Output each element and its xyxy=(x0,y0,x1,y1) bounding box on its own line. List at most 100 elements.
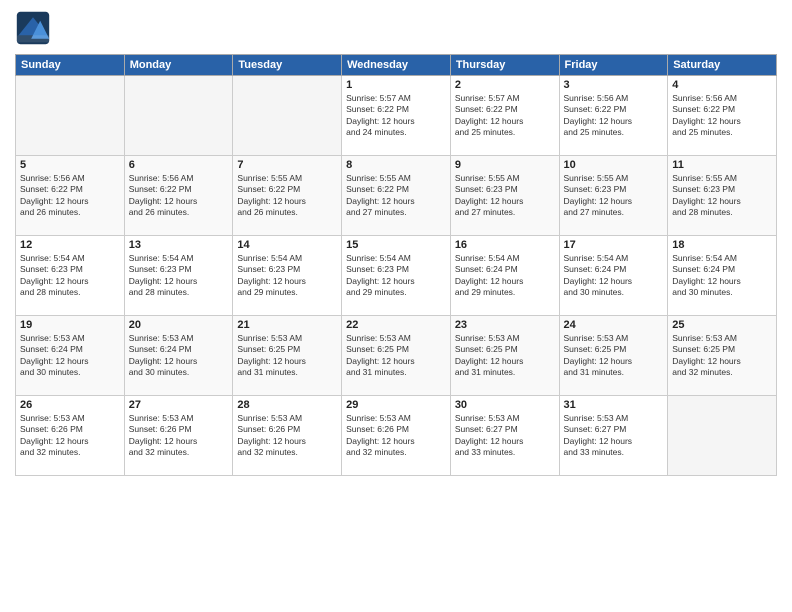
logo-icon xyxy=(15,10,51,46)
day-number: 26 xyxy=(20,399,120,411)
day-info: Sunrise: 5:56 AMSunset: 6:22 PMDaylight:… xyxy=(129,173,229,219)
calendar-cell xyxy=(233,76,342,156)
day-number: 18 xyxy=(672,239,772,251)
day-info: Sunrise: 5:55 AMSunset: 6:23 PMDaylight:… xyxy=(672,173,772,219)
day-info: Sunrise: 5:54 AMSunset: 6:23 PMDaylight:… xyxy=(237,253,337,299)
weekday-header-friday: Friday xyxy=(559,55,668,76)
day-info: Sunrise: 5:56 AMSunset: 6:22 PMDaylight:… xyxy=(564,93,664,139)
weekday-header-thursday: Thursday xyxy=(450,55,559,76)
calendar-cell: 22 Sunrise: 5:53 AMSunset: 6:25 PMDayligh… xyxy=(342,316,451,396)
calendar-cell: 10 Sunrise: 5:55 AMSunset: 6:23 PMDayligh… xyxy=(559,156,668,236)
calendar-header-row: SundayMondayTuesdayWednesdayThursdayFrid… xyxy=(16,55,777,76)
day-number: 6 xyxy=(129,159,229,171)
day-info: Sunrise: 5:56 AMSunset: 6:22 PMDaylight:… xyxy=(672,93,772,139)
calendar-cell: 25 Sunrise: 5:53 AMSunset: 6:25 PMDayligh… xyxy=(668,316,777,396)
day-info: Sunrise: 5:54 AMSunset: 6:24 PMDaylight:… xyxy=(455,253,555,299)
day-number: 31 xyxy=(564,399,664,411)
day-number: 3 xyxy=(564,79,664,91)
calendar-cell: 29Sunrise: 5:53 AMSunset: 6:26 PMDayligh… xyxy=(342,396,451,476)
weekday-header-wednesday: Wednesday xyxy=(342,55,451,76)
calendar-cell: 26 Sunrise: 5:53 AMSunset: 6:26 PMDayligh… xyxy=(16,396,125,476)
day-number: 23 xyxy=(455,319,555,331)
calendar-cell: 7Sunrise: 5:55 AMSunset: 6:22 PMDaylight… xyxy=(233,156,342,236)
calendar-cell: 27Sunrise: 5:53 AMSunset: 6:26 PMDayligh… xyxy=(124,396,233,476)
day-info: Sunrise: 5:53 AMSunset: 6:25 PMDaylight:… xyxy=(237,333,337,379)
day-number: 5 xyxy=(20,159,120,171)
day-number: 27 xyxy=(129,399,229,411)
calendar-cell: 19 Sunrise: 5:53 AMSunset: 6:24 PMDayligh… xyxy=(16,316,125,396)
day-number: 13 xyxy=(129,239,229,251)
calendar-cell xyxy=(16,76,125,156)
day-number: 19 xyxy=(20,319,120,331)
calendar-cell: 31Sunrise: 5:53 AMSunset: 6:27 PMDayligh… xyxy=(559,396,668,476)
day-info: Sunrise: 5:56 AMSunset: 6:22 PMDaylight:… xyxy=(20,173,120,219)
day-number: 30 xyxy=(455,399,555,411)
day-info: Sunrise: 5:55 AMSunset: 6:23 PMDaylight:… xyxy=(455,173,555,219)
header xyxy=(15,10,777,46)
weekday-header-saturday: Saturday xyxy=(668,55,777,76)
calendar-cell: 1Sunrise: 5:57 AMSunset: 6:22 PMDaylight… xyxy=(342,76,451,156)
day-number: 21 xyxy=(237,319,337,331)
day-info: Sunrise: 5:53 AMSunset: 6:25 PMDaylight:… xyxy=(672,333,772,379)
calendar-cell: 28Sunrise: 5:53 AMSunset: 6:26 PMDayligh… xyxy=(233,396,342,476)
day-number: 12 xyxy=(20,239,120,251)
day-number: 17 xyxy=(564,239,664,251)
calendar-cell xyxy=(124,76,233,156)
day-info: Sunrise: 5:53 AMSunset: 6:26 PMDaylight:… xyxy=(237,413,337,459)
day-info: Sunrise: 5:53 AMSunset: 6:24 PMDaylight:… xyxy=(129,333,229,379)
day-info: Sunrise: 5:54 AMSunset: 6:24 PMDaylight:… xyxy=(672,253,772,299)
calendar-cell: 9 Sunrise: 5:55 AMSunset: 6:23 PMDaylight… xyxy=(450,156,559,236)
day-info: Sunrise: 5:53 AMSunset: 6:26 PMDaylight:… xyxy=(20,413,120,459)
day-number: 25 xyxy=(672,319,772,331)
weekday-header-tuesday: Tuesday xyxy=(233,55,342,76)
day-number: 15 xyxy=(346,239,446,251)
calendar-cell: 13Sunrise: 5:54 AMSunset: 6:23 PMDayligh… xyxy=(124,236,233,316)
day-info: Sunrise: 5:54 AMSunset: 6:24 PMDaylight:… xyxy=(564,253,664,299)
day-info: Sunrise: 5:57 AMSunset: 6:22 PMDaylight:… xyxy=(455,93,555,139)
calendar-cell: 16 Sunrise: 5:54 AMSunset: 6:24 PMDayligh… xyxy=(450,236,559,316)
calendar-cell: 24 Sunrise: 5:53 AMSunset: 6:25 PMDayligh… xyxy=(559,316,668,396)
day-number: 20 xyxy=(129,319,229,331)
day-number: 4 xyxy=(672,79,772,91)
calendar-cell: 21 Sunrise: 5:53 AMSunset: 6:25 PMDayligh… xyxy=(233,316,342,396)
day-info: Sunrise: 5:53 AMSunset: 6:25 PMDaylight:… xyxy=(564,333,664,379)
calendar-cell: 23 Sunrise: 5:53 AMSunset: 6:25 PMDayligh… xyxy=(450,316,559,396)
day-info: Sunrise: 5:53 AMSunset: 6:27 PMDaylight:… xyxy=(455,413,555,459)
calendar-week-1: 1 Sunrise: 5:57 AMSunset: 6:22 PMDaylight… xyxy=(16,76,777,156)
calendar-cell: 6 Sunrise: 5:56 AMSunset: 6:22 PMDaylight… xyxy=(124,156,233,236)
weekday-header-sunday: Sunday xyxy=(16,55,125,76)
day-info: Sunrise: 5:54 AMSunset: 6:23 PMDaylight:… xyxy=(346,253,446,299)
day-info: Sunrise: 5:55 AMSunset: 6:23 PMDaylight:… xyxy=(564,173,664,219)
day-info: Sunrise: 5:53 AMSunset: 6:24 PMDaylight:… xyxy=(20,333,120,379)
calendar-cell: 20 Sunrise: 5:53 AMSunset: 6:24 PMDayligh… xyxy=(124,316,233,396)
page: SundayMondayTuesdayWednesdayThursdayFrid… xyxy=(0,0,792,612)
calendar-cell xyxy=(668,396,777,476)
calendar: SundayMondayTuesdayWednesdayThursdayFrid… xyxy=(15,54,777,476)
day-number: 9 xyxy=(455,159,555,171)
calendar-cell: 11 Sunrise: 5:55 AMSunset: 6:23 PMDayligh… xyxy=(668,156,777,236)
calendar-week-4: 19 Sunrise: 5:53 AMSunset: 6:24 PMDayligh… xyxy=(16,316,777,396)
day-number: 2 xyxy=(455,79,555,91)
day-info: Sunrise: 5:53 AMSunset: 6:25 PMDaylight:… xyxy=(455,333,555,379)
calendar-cell: 12 Sunrise: 5:54 AMSunset: 6:23 PMDayligh… xyxy=(16,236,125,316)
day-info: Sunrise: 5:55 AMSunset: 6:22 PMDaylight:… xyxy=(346,173,446,219)
day-number: 22 xyxy=(346,319,446,331)
calendar-week-3: 12 Sunrise: 5:54 AMSunset: 6:23 PMDayligh… xyxy=(16,236,777,316)
calendar-cell: 4 Sunrise: 5:56 AMSunset: 6:22 PMDaylight… xyxy=(668,76,777,156)
calendar-cell: 30 Sunrise: 5:53 AMSunset: 6:27 PMDayligh… xyxy=(450,396,559,476)
day-number: 16 xyxy=(455,239,555,251)
calendar-week-5: 26 Sunrise: 5:53 AMSunset: 6:26 PMDayligh… xyxy=(16,396,777,476)
day-number: 8 xyxy=(346,159,446,171)
weekday-header-monday: Monday xyxy=(124,55,233,76)
day-number: 14 xyxy=(237,239,337,251)
day-info: Sunrise: 5:53 AMSunset: 6:25 PMDaylight:… xyxy=(346,333,446,379)
day-number: 11 xyxy=(672,159,772,171)
day-info: Sunrise: 5:55 AMSunset: 6:22 PMDaylight:… xyxy=(237,173,337,219)
day-number: 1 xyxy=(346,79,446,91)
day-number: 29 xyxy=(346,399,446,411)
day-number: 24 xyxy=(564,319,664,331)
calendar-cell: 5 Sunrise: 5:56 AMSunset: 6:22 PMDaylight… xyxy=(16,156,125,236)
calendar-cell: 17 Sunrise: 5:54 AMSunset: 6:24 PMDayligh… xyxy=(559,236,668,316)
day-info: Sunrise: 5:54 AMSunset: 6:23 PMDaylight:… xyxy=(20,253,120,299)
day-number: 10 xyxy=(564,159,664,171)
